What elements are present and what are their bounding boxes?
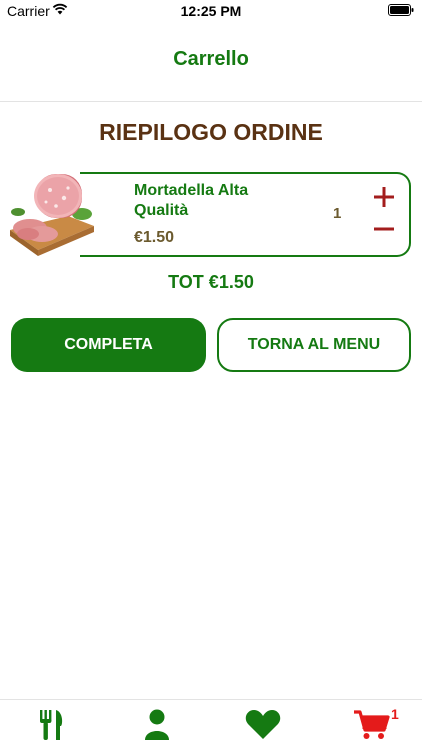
increase-quantity-icon[interactable] [372, 185, 396, 209]
status-bar: Carrier 12:25 PM [0, 0, 422, 22]
tab-bar [0, 699, 422, 751]
clock: 12:25 PM [180, 3, 242, 19]
cart-item-price: €1.50 [134, 229, 175, 246]
cart-icon[interactable] [352, 708, 392, 742]
heart-icon[interactable] [243, 708, 283, 742]
decrease-quantity-icon[interactable] [372, 217, 396, 241]
cart-badge: 1 [391, 706, 399, 722]
nav-bar: Carrello [0, 22, 422, 102]
battery-icon [388, 4, 414, 16]
user-icon[interactable] [137, 708, 177, 742]
cart-item-quantity: 1 [333, 205, 342, 222]
fork-knife-icon[interactable] [32, 708, 72, 742]
cart-item-name: Mortadella Alta Qualità [134, 182, 249, 219]
complete-order-button[interactable]: COMPLETA [11, 318, 206, 372]
page-title: Carrello [173, 48, 249, 70]
mortadella-image [10, 174, 94, 256]
back-to-menu-button[interactable]: TORNA AL MENU [217, 318, 411, 372]
order-summary-title: RIEPILOGO ORDINE [99, 119, 323, 145]
order-total: TOT €1.50 [168, 272, 254, 292]
